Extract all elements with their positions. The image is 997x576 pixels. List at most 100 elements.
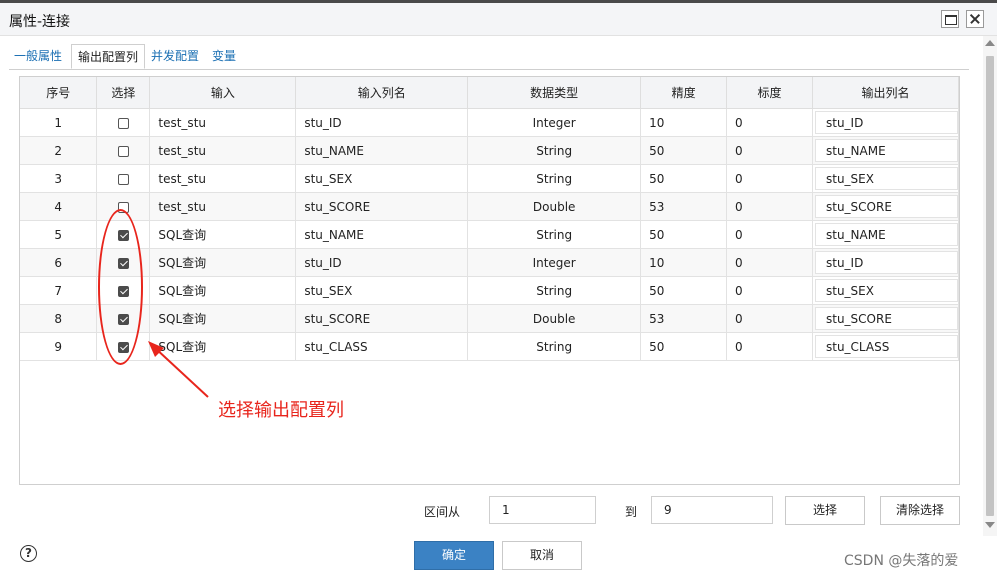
output-column-field[interactable]: stu_SEX <box>814 279 958 302</box>
row-number: 8 <box>20 304 98 333</box>
row-select <box>96 136 151 165</box>
window-title: 属性-连接 <box>9 14 71 30</box>
row-input-column: stu_NAME <box>295 136 469 165</box>
header-output-column[interactable]: 输出列名 <box>812 77 960 109</box>
row-input: SQL查询 <box>149 248 297 277</box>
output-column-field[interactable]: stu_NAME <box>814 223 958 246</box>
row-number: 6 <box>20 248 98 277</box>
table-row[interactable]: 4 test_stu stu_SCORE Double 53 0 stu_SCORE <box>20 192 960 221</box>
row-data-type: String <box>467 332 642 361</box>
output-column-field[interactable]: stu_SCORE <box>814 195 958 218</box>
row-data-type: String <box>467 136 642 165</box>
row-scale: 0 <box>726 276 813 305</box>
header-precision[interactable]: 精度 <box>640 77 728 109</box>
checkbox-icon[interactable] <box>117 117 129 129</box>
row-precision: 53 <box>640 304 728 333</box>
header-data-type[interactable]: 数据类型 <box>467 77 642 109</box>
checkbox-icon[interactable] <box>117 145 129 157</box>
row-scale: 0 <box>726 108 813 137</box>
tab-variables[interactable]: 变量 <box>212 44 236 69</box>
row-input: test_stu <box>149 192 297 221</box>
row-precision: 50 <box>640 136 728 165</box>
annotation-ellipse <box>98 209 143 365</box>
header-select[interactable]: 选择 <box>96 77 151 109</box>
row-number: 9 <box>20 332 98 361</box>
checkbox-icon[interactable] <box>117 173 129 185</box>
table-row[interactable]: 3 test_stu stu_SEX String 50 0 stu_SEX <box>20 164 960 193</box>
row-input: SQL查询 <box>149 276 297 305</box>
table-row[interactable]: 1 test_stu stu_ID Integer 10 0 stu_ID <box>20 108 960 137</box>
table-row[interactable]: 7 SQL查询 stu_SEX String 50 0 stu_SEX <box>20 276 960 305</box>
row-data-type: Integer <box>467 248 642 277</box>
output-column-field[interactable]: stu_SCORE <box>814 307 958 330</box>
clear-selection-button[interactable]: 清除选择 <box>880 496 960 525</box>
row-output-column: stu_ID <box>812 108 960 137</box>
output-column-field[interactable]: stu_SEX <box>814 167 958 190</box>
range-to-input[interactable]: 9 <box>651 496 773 524</box>
maximize-icon[interactable] <box>941 10 959 28</box>
row-scale: 0 <box>726 136 813 165</box>
row-precision: 50 <box>640 332 728 361</box>
watermark: CSDN @失落的爱 <box>844 553 959 569</box>
header-input-column[interactable]: 输入列名 <box>295 77 469 109</box>
tab-concurrency[interactable]: 并发配置 <box>151 44 199 69</box>
row-output-column: stu_SCORE <box>812 304 960 333</box>
output-column-field[interactable]: stu_NAME <box>814 139 958 162</box>
header-input[interactable]: 输入 <box>149 77 297 109</box>
row-output-column: stu_ID <box>812 248 960 277</box>
tab-general[interactable]: 一般属性 <box>14 44 62 69</box>
row-data-type: Integer <box>467 108 642 137</box>
row-data-type: Double <box>467 304 642 333</box>
row-data-type: Double <box>467 192 642 221</box>
row-number: 7 <box>20 276 98 305</box>
row-number: 4 <box>20 192 98 221</box>
row-data-type: String <box>467 164 642 193</box>
row-number: 5 <box>20 220 98 249</box>
row-output-column: stu_NAME <box>812 220 960 249</box>
row-output-column: stu_SCORE <box>812 192 960 221</box>
row-input-column: stu_SEX <box>295 276 469 305</box>
row-select <box>96 164 151 193</box>
row-input-column: stu_ID <box>295 248 469 277</box>
output-column-field[interactable]: stu_ID <box>814 251 958 274</box>
row-data-type: String <box>467 220 642 249</box>
table-header-row: 序号 选择 输入 输入列名 数据类型 精度 标度 输出列名 <box>20 77 960 109</box>
cancel-button[interactable]: 取消 <box>502 541 582 570</box>
help-icon[interactable]: ? <box>20 545 37 562</box>
row-output-column: stu_NAME <box>812 136 960 165</box>
row-input-column: stu_CLASS <box>295 332 469 361</box>
table-row[interactable]: 6 SQL查询 stu_ID Integer 10 0 stu_ID <box>20 248 960 277</box>
row-output-column: stu_SEX <box>812 276 960 305</box>
header-scale[interactable]: 标度 <box>726 77 813 109</box>
range-to-label: 到 <box>625 505 638 519</box>
scroll-up-icon[interactable] <box>985 40 995 46</box>
data-table: 序号 选择 输入 输入列名 数据类型 精度 标度 输出列名 1 test_stu s… <box>20 77 960 361</box>
header-no[interactable]: 序号 <box>20 77 98 109</box>
output-columns-table: 序号 选择 输入 输入列名 数据类型 精度 标度 输出列名 1 test_stu s… <box>19 76 960 485</box>
select-range-button[interactable]: 选择 <box>785 496 865 525</box>
output-column-field[interactable]: stu_ID <box>814 111 958 134</box>
range-from-input[interactable]: 1 <box>489 496 596 524</box>
ok-button[interactable]: 确定 <box>414 541 494 570</box>
row-input: test_stu <box>149 164 297 193</box>
row-precision: 10 <box>640 108 728 137</box>
row-precision: 50 <box>640 276 728 305</box>
row-data-type: String <box>467 276 642 305</box>
table-row[interactable]: 5 SQL查询 stu_NAME String 50 0 stu_NAME <box>20 220 960 249</box>
close-icon[interactable] <box>966 10 984 28</box>
table-row[interactable]: 8 SQL查询 stu_SCORE Double 53 0 stu_SCORE <box>20 304 960 333</box>
output-column-field[interactable]: stu_CLASS <box>814 335 958 358</box>
tab-output-columns[interactable]: 输出配置列 <box>71 44 146 69</box>
row-precision: 50 <box>640 220 728 249</box>
row-input-column: stu_SEX <box>295 164 469 193</box>
row-precision: 50 <box>640 164 728 193</box>
table-row[interactable]: 2 test_stu stu_NAME String 50 0 stu_NAME <box>20 136 960 165</box>
row-input: SQL查询 <box>149 304 297 333</box>
row-number: 3 <box>20 164 98 193</box>
row-precision: 53 <box>640 192 728 221</box>
scrollbar-thumb[interactable] <box>986 56 994 516</box>
row-precision: 10 <box>640 248 728 277</box>
row-input: SQL查询 <box>149 220 297 249</box>
scroll-down-icon[interactable] <box>985 522 995 528</box>
row-number: 1 <box>20 108 98 137</box>
